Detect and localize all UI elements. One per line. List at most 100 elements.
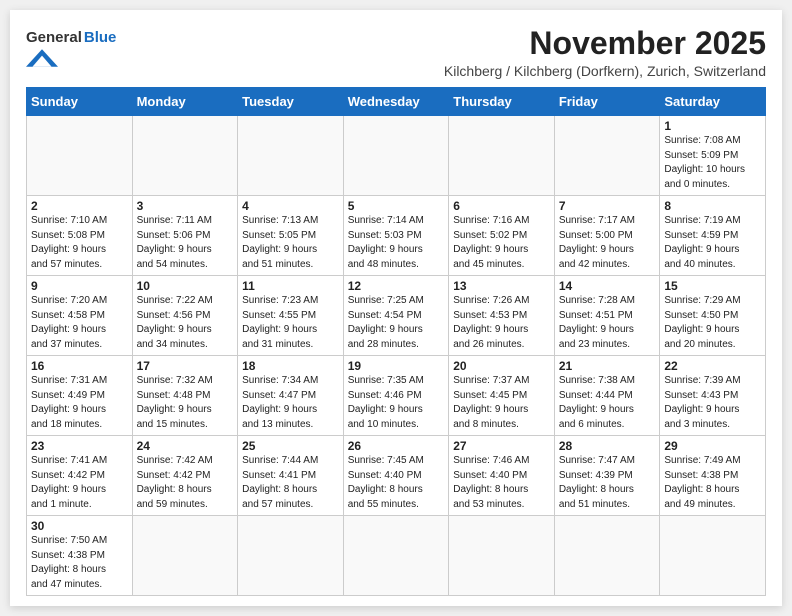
day-sun-info: Sunrise: 7:25 AM Sunset: 4:54 PM Dayligh…: [348, 294, 445, 352]
calendar-cell: 5Sunrise: 7:14 AM Sunset: 5:03 PM Daylig…: [343, 196, 449, 276]
calendar-cell: 19Sunrise: 7:35 AM Sunset: 4:46 PM Dayli…: [343, 356, 449, 436]
calendar-cell: 3Sunrise: 7:11 AM Sunset: 5:06 PM Daylig…: [132, 196, 238, 276]
day-sun-info: Sunrise: 7:31 AM Sunset: 4:49 PM Dayligh…: [31, 374, 128, 432]
day-sun-info: Sunrise: 7:17 AM Sunset: 5:00 PM Dayligh…: [559, 214, 656, 272]
weekday-header-saturday: Saturday: [660, 88, 766, 116]
day-sun-info: Sunrise: 7:19 AM Sunset: 4:59 PM Dayligh…: [664, 214, 761, 272]
day-sun-info: Sunrise: 7:23 AM Sunset: 4:55 PM Dayligh…: [242, 294, 339, 352]
day-sun-info: Sunrise: 7:37 AM Sunset: 4:45 PM Dayligh…: [453, 374, 550, 432]
calendar-cell: 15Sunrise: 7:29 AM Sunset: 4:50 PM Dayli…: [660, 276, 766, 356]
day-number: 13: [453, 279, 550, 293]
day-number: 30: [31, 519, 128, 533]
day-number: 8: [664, 199, 761, 213]
calendar-cell: 2Sunrise: 7:10 AM Sunset: 5:08 PM Daylig…: [27, 196, 133, 276]
weekday-header-monday: Monday: [132, 88, 238, 116]
logo: General Blue: [26, 26, 116, 67]
day-number: 19: [348, 359, 445, 373]
week-row-6: 30Sunrise: 7:50 AM Sunset: 4:38 PM Dayli…: [27, 516, 766, 596]
day-sun-info: Sunrise: 7:22 AM Sunset: 4:56 PM Dayligh…: [137, 294, 234, 352]
day-sun-info: Sunrise: 7:11 AM Sunset: 5:06 PM Dayligh…: [137, 214, 234, 272]
calendar-cell: 16Sunrise: 7:31 AM Sunset: 4:49 PM Dayli…: [27, 356, 133, 436]
logo-text-general: General: [26, 30, 82, 47]
day-sun-info: Sunrise: 7:42 AM Sunset: 4:42 PM Dayligh…: [137, 454, 234, 512]
calendar-cell: 17Sunrise: 7:32 AM Sunset: 4:48 PM Dayli…: [132, 356, 238, 436]
day-sun-info: Sunrise: 7:29 AM Sunset: 4:50 PM Dayligh…: [664, 294, 761, 352]
calendar-cell: 20Sunrise: 7:37 AM Sunset: 4:45 PM Dayli…: [449, 356, 555, 436]
day-sun-info: Sunrise: 7:50 AM Sunset: 4:38 PM Dayligh…: [31, 534, 128, 592]
calendar-cell: 9Sunrise: 7:20 AM Sunset: 4:58 PM Daylig…: [27, 276, 133, 356]
day-number: 21: [559, 359, 656, 373]
calendar-cell: [238, 116, 344, 196]
calendar-cell: 4Sunrise: 7:13 AM Sunset: 5:05 PM Daylig…: [238, 196, 344, 276]
calendar-cell: 18Sunrise: 7:34 AM Sunset: 4:47 PM Dayli…: [238, 356, 344, 436]
calendar-cell: [554, 516, 660, 596]
week-row-4: 16Sunrise: 7:31 AM Sunset: 4:49 PM Dayli…: [27, 356, 766, 436]
day-sun-info: Sunrise: 7:46 AM Sunset: 4:40 PM Dayligh…: [453, 454, 550, 512]
calendar-cell: [554, 116, 660, 196]
day-sun-info: Sunrise: 7:16 AM Sunset: 5:02 PM Dayligh…: [453, 214, 550, 272]
calendar-cell: 7Sunrise: 7:17 AM Sunset: 5:00 PM Daylig…: [554, 196, 660, 276]
day-number: 9: [31, 279, 128, 293]
day-number: 28: [559, 439, 656, 453]
calendar-cell: [449, 116, 555, 196]
day-sun-info: Sunrise: 7:45 AM Sunset: 4:40 PM Dayligh…: [348, 454, 445, 512]
calendar-cell: [132, 116, 238, 196]
week-row-3: 9Sunrise: 7:20 AM Sunset: 4:58 PM Daylig…: [27, 276, 766, 356]
calendar-cell: 10Sunrise: 7:22 AM Sunset: 4:56 PM Dayli…: [132, 276, 238, 356]
day-number: 17: [137, 359, 234, 373]
calendar-cell: 23Sunrise: 7:41 AM Sunset: 4:42 PM Dayli…: [27, 436, 133, 516]
day-sun-info: Sunrise: 7:47 AM Sunset: 4:39 PM Dayligh…: [559, 454, 656, 512]
calendar-cell: 11Sunrise: 7:23 AM Sunset: 4:55 PM Dayli…: [238, 276, 344, 356]
day-sun-info: Sunrise: 7:26 AM Sunset: 4:53 PM Dayligh…: [453, 294, 550, 352]
month-year-title: November 2025: [444, 26, 766, 61]
day-number: 23: [31, 439, 128, 453]
week-row-5: 23Sunrise: 7:41 AM Sunset: 4:42 PM Dayli…: [27, 436, 766, 516]
day-sun-info: Sunrise: 7:38 AM Sunset: 4:44 PM Dayligh…: [559, 374, 656, 432]
day-sun-info: Sunrise: 7:41 AM Sunset: 4:42 PM Dayligh…: [31, 454, 128, 512]
day-sun-info: Sunrise: 7:39 AM Sunset: 4:43 PM Dayligh…: [664, 374, 761, 432]
day-number: 6: [453, 199, 550, 213]
day-sun-info: Sunrise: 7:44 AM Sunset: 4:41 PM Dayligh…: [242, 454, 339, 512]
day-number: 26: [348, 439, 445, 453]
weekday-header-tuesday: Tuesday: [238, 88, 344, 116]
day-number: 24: [137, 439, 234, 453]
calendar-cell: 6Sunrise: 7:16 AM Sunset: 5:02 PM Daylig…: [449, 196, 555, 276]
logo-triangle-icon: [26, 49, 58, 67]
weekday-header-sunday: Sunday: [27, 88, 133, 116]
calendar-cell: 30Sunrise: 7:50 AM Sunset: 4:38 PM Dayli…: [27, 516, 133, 596]
day-sun-info: Sunrise: 7:10 AM Sunset: 5:08 PM Dayligh…: [31, 214, 128, 272]
logo-text-blue: Blue: [84, 30, 117, 47]
calendar-header: General Blue November 2025 Kilchberg / K…: [26, 26, 766, 79]
day-number: 11: [242, 279, 339, 293]
day-sun-info: Sunrise: 7:35 AM Sunset: 4:46 PM Dayligh…: [348, 374, 445, 432]
day-sun-info: Sunrise: 7:34 AM Sunset: 4:47 PM Dayligh…: [242, 374, 339, 432]
calendar-cell: [343, 116, 449, 196]
day-number: 16: [31, 359, 128, 373]
day-number: 3: [137, 199, 234, 213]
calendar-cell: 27Sunrise: 7:46 AM Sunset: 4:40 PM Dayli…: [449, 436, 555, 516]
day-number: 7: [559, 199, 656, 213]
calendar-cell: 28Sunrise: 7:47 AM Sunset: 4:39 PM Dayli…: [554, 436, 660, 516]
week-row-2: 2Sunrise: 7:10 AM Sunset: 5:08 PM Daylig…: [27, 196, 766, 276]
weekday-header-wednesday: Wednesday: [343, 88, 449, 116]
day-number: 12: [348, 279, 445, 293]
calendar-cell: 1Sunrise: 7:08 AM Sunset: 5:09 PM Daylig…: [660, 116, 766, 196]
calendar-cell: 21Sunrise: 7:38 AM Sunset: 4:44 PM Dayli…: [554, 356, 660, 436]
day-number: 22: [664, 359, 761, 373]
day-sun-info: Sunrise: 7:28 AM Sunset: 4:51 PM Dayligh…: [559, 294, 656, 352]
calendar-cell: [27, 116, 133, 196]
day-number: 20: [453, 359, 550, 373]
calendar-cell: [449, 516, 555, 596]
calendar-cell: [343, 516, 449, 596]
calendar-cell: 24Sunrise: 7:42 AM Sunset: 4:42 PM Dayli…: [132, 436, 238, 516]
day-number: 25: [242, 439, 339, 453]
day-sun-info: Sunrise: 7:13 AM Sunset: 5:05 PM Dayligh…: [242, 214, 339, 272]
day-sun-info: Sunrise: 7:14 AM Sunset: 5:03 PM Dayligh…: [348, 214, 445, 272]
day-sun-info: Sunrise: 7:08 AM Sunset: 5:09 PM Dayligh…: [664, 134, 761, 192]
day-number: 4: [242, 199, 339, 213]
title-block: November 2025 Kilchberg / Kilchberg (Dor…: [444, 26, 766, 79]
day-number: 14: [559, 279, 656, 293]
day-number: 18: [242, 359, 339, 373]
calendar-cell: 13Sunrise: 7:26 AM Sunset: 4:53 PM Dayli…: [449, 276, 555, 356]
day-number: 27: [453, 439, 550, 453]
